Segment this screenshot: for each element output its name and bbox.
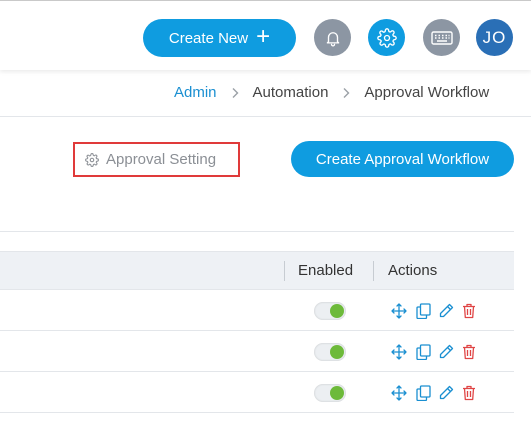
edit-icon[interactable] xyxy=(438,343,454,360)
approval-setting-link[interactable]: Approval Setting xyxy=(73,142,240,177)
copy-icon[interactable] xyxy=(415,384,431,401)
table-row xyxy=(0,331,514,372)
table-header: Enabled Actions xyxy=(0,251,514,290)
top-header: Create New + JO xyxy=(0,0,531,70)
edit-icon[interactable] xyxy=(438,302,454,319)
column-divider xyxy=(373,261,374,281)
plus-icon: + xyxy=(256,23,271,50)
move-icon[interactable] xyxy=(391,343,407,360)
edit-icon[interactable] xyxy=(438,384,454,401)
page: Create New + JO Admin Automation Approva… xyxy=(0,0,531,443)
create-new-button[interactable]: Create New + xyxy=(143,19,296,57)
toggle-knob xyxy=(330,345,344,359)
enabled-toggle[interactable] xyxy=(314,343,346,361)
settings-button[interactable] xyxy=(368,19,405,56)
chevron-right-icon xyxy=(342,87,350,99)
gear-icon xyxy=(85,152,99,167)
delete-icon[interactable] xyxy=(461,343,477,360)
breadcrumb-admin[interactable]: Admin xyxy=(174,84,217,101)
toggle-knob xyxy=(330,386,344,400)
breadcrumb-approval-workflow: Approval Workflow xyxy=(364,84,490,101)
chevron-right-icon xyxy=(231,87,239,99)
delete-icon[interactable] xyxy=(461,384,477,401)
move-icon[interactable] xyxy=(391,302,407,319)
enabled-toggle[interactable] xyxy=(314,302,346,320)
notifications-button[interactable] xyxy=(314,19,351,56)
column-header-enabled[interactable]: Enabled xyxy=(298,262,353,279)
keyboard-shortcuts-button[interactable] xyxy=(423,19,460,56)
move-icon[interactable] xyxy=(391,384,407,401)
copy-icon[interactable] xyxy=(415,302,431,319)
divider xyxy=(0,116,531,117)
bell-icon xyxy=(326,31,339,46)
divider xyxy=(0,231,514,232)
breadcrumb: Admin Automation Approval Workflow xyxy=(174,84,489,101)
create-approval-workflow-button[interactable]: Create Approval Workflow xyxy=(291,141,514,177)
delete-icon[interactable] xyxy=(461,302,477,319)
table-row xyxy=(0,372,514,413)
column-header-actions: Actions xyxy=(388,262,438,279)
copy-icon[interactable] xyxy=(415,343,431,360)
approval-setting-label: Approval Setting xyxy=(106,151,217,168)
avatar-initials: JO xyxy=(482,27,507,47)
keyboard-icon xyxy=(430,30,453,45)
enabled-toggle[interactable] xyxy=(314,384,346,402)
gear-icon xyxy=(376,27,397,48)
user-avatar[interactable]: JO xyxy=(476,19,513,56)
create-new-label: Create New xyxy=(168,29,249,47)
toggle-knob xyxy=(330,304,344,318)
breadcrumb-automation[interactable]: Automation xyxy=(253,84,329,101)
table-row xyxy=(0,290,514,331)
column-divider xyxy=(284,261,285,281)
